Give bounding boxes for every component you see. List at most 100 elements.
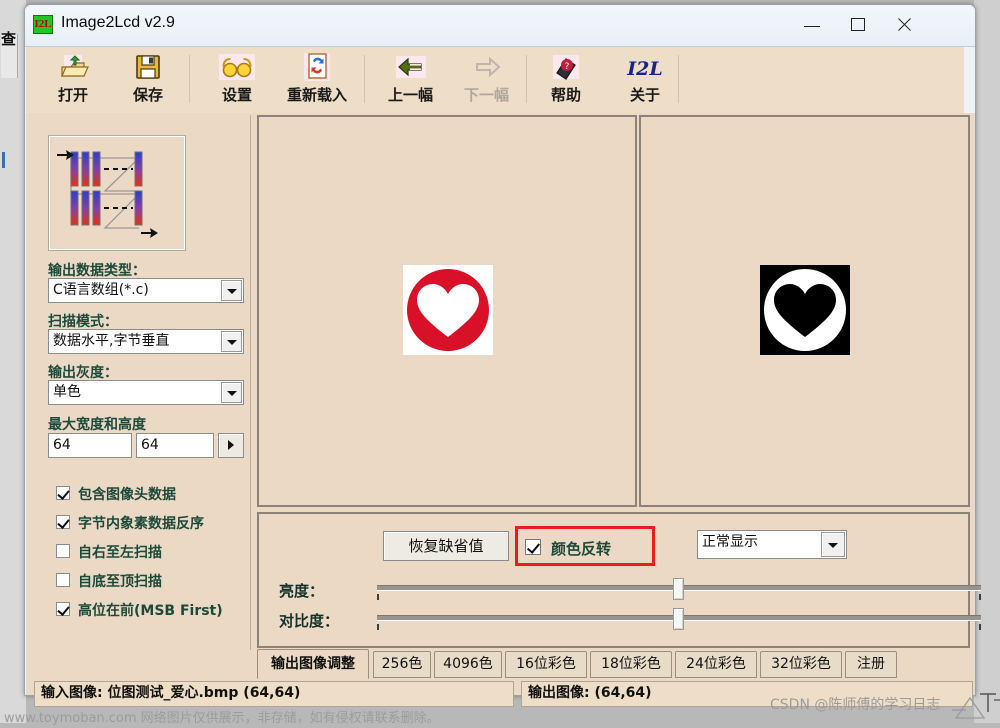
background-accent-mark [2, 152, 5, 168]
combo-scan-mode-value: 数据水平,字节垂直 [53, 333, 170, 349]
toolbar-button-open[interactable]: 打开 [56, 49, 90, 111]
checkbox-scan-bottom-to-top-box[interactable] [56, 573, 70, 587]
toolbar-label-save: 保存 [132, 86, 163, 104]
checkbox-scan-right-to-left-box[interactable] [56, 544, 70, 558]
toolbar: 打开 保存 设置 重新载入 上一幅 下一幅 ? 帮助 I2L 关于 [26, 47, 964, 114]
toolbar-button-about[interactable]: I2L 关于 [625, 49, 665, 111]
tab-register[interactable]: 注册 [845, 651, 897, 678]
chevron-down-icon[interactable] [221, 280, 242, 301]
preview-input-image [403, 265, 493, 355]
label-output-gray: 输出灰度： [48, 365, 118, 381]
arrow-left-icon [388, 51, 433, 83]
window-title: Image2Lcd v2.9 [61, 14, 175, 31]
combo-output-gray[interactable]: 单色 [48, 380, 244, 405]
background-window-tab-label: 查 [1, 31, 16, 48]
maximize-button[interactable] [835, 5, 881, 45]
glasses-settings-icon [217, 51, 257, 83]
watermark-toymoban: www.toymoban.com 网络图片仅供展示，非存储，如有侵权请联系删除。 [4, 711, 440, 726]
combo-display-mode[interactable]: 正常显示 [697, 530, 847, 559]
slider-tick-max [979, 594, 981, 600]
checkbox-include-header-label: 包含图像头数据 [78, 487, 176, 503]
toolbar-separator [189, 55, 190, 103]
toolbar-label-settings: 设置 [221, 86, 252, 104]
label-max-size: 最大宽度和高度 [48, 417, 146, 433]
checkbox-msb-first-label: 高位在前(MSB First) [78, 603, 223, 619]
chevron-down-icon[interactable] [821, 532, 845, 557]
toolbar-button-reload[interactable]: 重新载入 [287, 49, 347, 111]
input-max-width[interactable]: 64 [48, 433, 132, 458]
checkbox-include-header-box[interactable] [56, 486, 70, 500]
toolbar-label-help: 帮助 [550, 86, 581, 104]
output-adjust-group: 恢复缺省值 颜色反转 正常显示 亮度： 对比度： [257, 512, 981, 648]
background-desktop-left: 查 [0, 0, 26, 723]
tab-18bit-color[interactable]: 18位彩色 [590, 651, 672, 678]
settings-panel: 输出数据类型： C语言数组(*.c) 扫描模式： 数据水平,字节垂直 输出灰度：… [32, 115, 251, 650]
output-preview-pane[interactable] [639, 115, 970, 507]
arrow-right-icon [464, 51, 509, 83]
combo-display-mode-value: 正常显示 [702, 534, 758, 550]
combo-output-data-type-value: C语言数组(*.c) [53, 282, 149, 298]
checkbox-scan-right-to-left-label: 自右至左扫描 [78, 545, 162, 561]
checkbox-invert-color-label: 颜色反转 [551, 540, 612, 558]
status-input-image: 输入图像: 位图测试_爱心.bmp (64,64) [34, 681, 514, 707]
slider-brightness-thumb[interactable] [673, 578, 684, 600]
chevron-right-icon [228, 440, 234, 450]
toolbar-button-save[interactable]: 保存 [132, 49, 164, 111]
slider-contrast-thumb[interactable] [673, 608, 684, 630]
toolbar-separator [678, 55, 679, 103]
corner-sketch-decoration [950, 688, 1000, 723]
slider-tick-min [377, 594, 379, 600]
toolbar-label-about: 关于 [629, 86, 660, 104]
label-contrast: 对比度： [279, 612, 340, 630]
preview-output-image [760, 265, 850, 355]
toolbar-label-next: 下一幅 [464, 86, 510, 104]
slider-tick-max [979, 624, 981, 630]
scan-mode-illustration [48, 135, 186, 251]
checkbox-scan-bottom-to-top-label: 自底至顶扫描 [78, 574, 162, 590]
close-button[interactable] [881, 5, 927, 45]
toolbar-label-previous: 上一幅 [388, 86, 434, 104]
combo-output-data-type[interactable]: C语言数组(*.c) [48, 278, 244, 303]
input-preview-pane[interactable] [257, 115, 637, 507]
svg-text:?: ? [565, 62, 570, 72]
chevron-down-icon[interactable] [221, 382, 242, 403]
tab-32bit-color[interactable]: 32位彩色 [760, 651, 842, 678]
toolbar-button-previous[interactable]: 上一幅 [388, 49, 433, 111]
slider-tick-min [377, 624, 379, 630]
tab-16bit-color[interactable]: 16位彩色 [505, 651, 587, 678]
label-scan-mode: 扫描模式： [48, 314, 118, 330]
label-output-data-type: 输出数据类型： [48, 263, 146, 279]
client-area: 输出数据类型： C语言数组(*.c) 扫描模式： 数据水平,字节垂直 输出灰度：… [26, 113, 981, 707]
chevron-down-icon[interactable] [221, 331, 242, 352]
toolbar-button-next[interactable]: 下一幅 [464, 49, 509, 111]
checkbox-invert-color[interactable] [525, 539, 541, 555]
slider-brightness[interactable] [377, 578, 981, 600]
svg-text:I2L: I2L [626, 58, 662, 80]
toolbar-separator [526, 55, 527, 103]
tab-256-colors[interactable]: 256色 [373, 651, 431, 678]
application-window: I2L Image2Lcd v2.9 打开 保存 设置 重新载入 上一幅 下一幅… [24, 4, 981, 707]
combo-scan-mode[interactable]: 数据水平,字节垂直 [48, 329, 244, 354]
reload-page-icon [287, 51, 347, 83]
toolbar-button-settings[interactable]: 设置 [217, 49, 257, 111]
checkbox-msb-first-box[interactable] [56, 602, 70, 616]
toolbar-label-reload: 重新载入 [287, 86, 348, 104]
slider-contrast[interactable] [377, 608, 981, 630]
checkbox-reverse-pixel-in-byte-label: 字节内象素数据反序 [78, 516, 204, 532]
i2l-about-icon: I2L [625, 51, 665, 83]
tab-24bit-color[interactable]: 24位彩色 [675, 651, 757, 678]
input-max-height[interactable]: 64 [136, 433, 214, 458]
tab-4096-colors[interactable]: 4096色 [434, 651, 502, 678]
floppy-save-icon [132, 51, 164, 83]
minimize-button[interactable] [789, 5, 835, 45]
tab-output-adjust[interactable]: 输出图像调整 [257, 649, 369, 679]
title-bar[interactable]: I2L Image2Lcd v2.9 [25, 5, 975, 47]
label-brightness: 亮度： [279, 582, 325, 600]
restore-default-button[interactable]: 恢复缺省值 [383, 531, 509, 561]
size-stepper-button[interactable] [218, 433, 244, 458]
toolbar-button-help[interactable]: ? 帮助 [550, 49, 582, 111]
toolbar-label-open: 打开 [57, 86, 88, 104]
toolbar-separator [364, 55, 365, 103]
checkbox-reverse-pixel-in-byte-box[interactable] [56, 515, 70, 529]
app-icon: I2L [33, 15, 53, 34]
